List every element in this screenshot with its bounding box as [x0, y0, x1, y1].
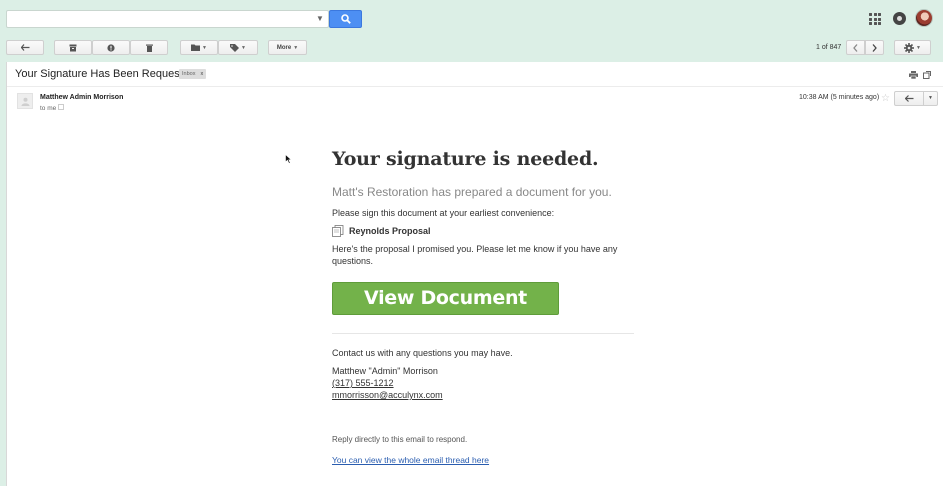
inbox-label-badge[interactable]: Inbox x [179, 69, 207, 79]
document-icon [332, 225, 344, 237]
search-button[interactable] [329, 10, 362, 28]
chevron-down-icon: ▼ [928, 95, 933, 101]
folder-icon [191, 44, 201, 51]
notifications-icon[interactable] [893, 12, 906, 25]
sender-avatar [17, 93, 33, 109]
recipient-line: to me [40, 104, 65, 112]
back-button[interactable] [6, 40, 44, 55]
email-subhead: Matt's Restoration has prepared a docume… [332, 185, 612, 199]
trash-icon [145, 44, 153, 52]
email-subject: Your Signature Has Been Requested [15, 68, 195, 80]
new-window-icon[interactable] [923, 71, 931, 79]
report-spam-icon [107, 43, 115, 52]
apps-grid-icon[interactable] [869, 13, 881, 25]
divider [7, 86, 943, 87]
sender-name[interactable]: Matthew Admin Morrison [40, 94, 123, 101]
sign-instructions: Please sign this document at your earlie… [332, 208, 555, 218]
mouse-cursor-icon [285, 154, 292, 164]
show-details-icon[interactable] [58, 104, 65, 111]
recipient-text: to me [40, 105, 57, 112]
archive-icon [69, 44, 77, 51]
newer-button[interactable] [846, 40, 865, 55]
chevron-left-icon [853, 43, 858, 52]
view-thread-link[interactable]: You can view the whole email thread here [332, 455, 489, 465]
search-options-caret-icon[interactable]: ▼ [316, 14, 324, 23]
move-to-button[interactable]: ▼ [180, 40, 218, 55]
message-toolbar: ▼ ▼ More ▼ 1 of 847 ▼ [0, 36, 943, 62]
settings-button[interactable]: ▼ [894, 40, 931, 55]
email-headline: Your signature is needed. [332, 148, 599, 170]
print-icon[interactable] [909, 71, 918, 79]
report-spam-button[interactable] [92, 40, 130, 55]
more-button[interactable]: More ▼ [268, 40, 307, 55]
search-input[interactable] [6, 10, 329, 28]
sender-message: Here's the proposal I promised you. Plea… [332, 244, 618, 266]
reply-icon [905, 95, 914, 102]
user-avatar[interactable] [915, 9, 933, 27]
reply-button[interactable] [894, 91, 924, 106]
older-button[interactable] [865, 40, 884, 55]
star-icon[interactable]: ☆ [881, 93, 890, 104]
gear-icon [904, 42, 915, 53]
label-icon [230, 43, 240, 52]
chevron-down-icon: ▼ [241, 44, 246, 51]
page-count: 1 of 847 [816, 44, 842, 51]
chevron-down-icon: ▼ [293, 44, 299, 51]
signature-email-link[interactable]: mmorrisson@acculynx.com [332, 390, 443, 400]
remove-label-icon[interactable]: x [200, 71, 203, 77]
document-name: Reynolds Proposal [349, 226, 431, 236]
chevron-down-icon: ▼ [202, 44, 207, 51]
contact-text: Contact us with any questions you may ha… [332, 348, 513, 358]
top-bar: ▼ [0, 0, 943, 36]
label-text: Inbox [182, 71, 196, 77]
signature-phone-link[interactable]: (317) 555-1212 [332, 378, 394, 388]
reply-note: Reply directly to this email to respond. [332, 435, 468, 444]
more-label: More [276, 44, 292, 51]
message-view: Your Signature Has Been Requested Inbox x… [6, 62, 943, 486]
archive-button[interactable] [54, 40, 92, 55]
chevron-down-icon: ▼ [916, 44, 921, 51]
reply-more-button[interactable]: ▼ [923, 91, 938, 106]
person-icon [21, 97, 30, 106]
delete-button[interactable] [130, 40, 168, 55]
labels-button[interactable]: ▼ [218, 40, 258, 55]
back-arrow-icon [20, 44, 29, 51]
email-time: 10:38 AM (5 minutes ago) [799, 94, 880, 101]
signature-name: Matthew "Admin" Morrison [332, 366, 438, 376]
divider [332, 333, 634, 334]
chevron-right-icon [872, 43, 877, 52]
view-document-button[interactable]: View Document [332, 282, 559, 315]
search-icon [341, 14, 351, 24]
